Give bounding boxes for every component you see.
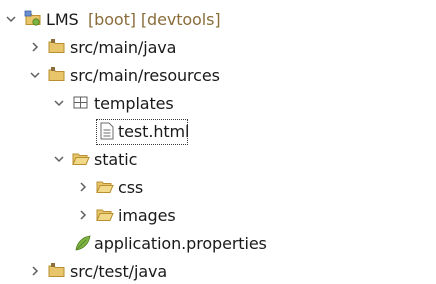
tree-item-src-main-resources[interactable]: src/main/resources bbox=[0, 63, 436, 89]
chevron-down-icon[interactable] bbox=[52, 152, 66, 166]
tree-item-label: src/test/java bbox=[70, 262, 168, 281]
tree-item-label: application.properties bbox=[94, 234, 267, 253]
package-icon bbox=[73, 96, 88, 109]
folder-open-icon bbox=[96, 181, 114, 193]
source-folder-icon bbox=[48, 39, 65, 53]
tree-item-project-lms[interactable]: LMS [boot] [devtools] bbox=[0, 7, 436, 33]
tree-item-templates[interactable]: templates bbox=[0, 91, 436, 117]
tree-item-src-main-java[interactable]: src/main/java bbox=[0, 35, 436, 61]
spring-leaf-icon bbox=[75, 235, 91, 251]
tree-item-static[interactable]: static bbox=[0, 147, 436, 173]
tree-item-label: images bbox=[118, 206, 176, 225]
tree-item-label: static bbox=[94, 150, 138, 169]
chevron-right-icon[interactable] bbox=[28, 264, 42, 278]
tree-item-label: css bbox=[118, 178, 144, 197]
tree-item-label: src/main/resources bbox=[70, 66, 220, 85]
tree-item-label: test.html bbox=[118, 122, 190, 141]
folder-open-icon bbox=[72, 153, 90, 165]
folder-open-icon bbox=[96, 209, 114, 221]
tree-item-css[interactable]: css bbox=[0, 175, 436, 201]
project-decorations: [boot] [devtools] bbox=[88, 10, 221, 29]
chevron-right-icon[interactable] bbox=[28, 40, 42, 54]
chevron-down-icon[interactable] bbox=[4, 12, 18, 26]
tree-item-application-properties[interactable]: application.properties bbox=[0, 231, 436, 257]
source-folder-icon bbox=[48, 263, 65, 277]
project-explorer-tree: LMS [boot] [devtools] src/main/java src/… bbox=[0, 0, 436, 284]
java-project-icon bbox=[24, 10, 41, 26]
chevron-right-icon[interactable] bbox=[76, 180, 90, 194]
clipped-row-above bbox=[0, 0, 436, 4]
tree-item-label: templates bbox=[94, 94, 174, 113]
chevron-right-icon[interactable] bbox=[76, 208, 90, 222]
tree-item-test-html[interactable]: test.html bbox=[0, 119, 436, 145]
html-file-icon bbox=[100, 122, 114, 140]
chevron-down-icon[interactable] bbox=[28, 68, 42, 82]
project-name: LMS bbox=[46, 10, 79, 29]
chevron-down-icon[interactable] bbox=[52, 96, 66, 110]
tree-item-src-test-java[interactable]: src/test/java bbox=[0, 259, 436, 284]
source-folder-icon bbox=[48, 67, 65, 81]
tree-item-images[interactable]: images bbox=[0, 203, 436, 229]
tree-item-label: src/main/java bbox=[70, 38, 177, 57]
